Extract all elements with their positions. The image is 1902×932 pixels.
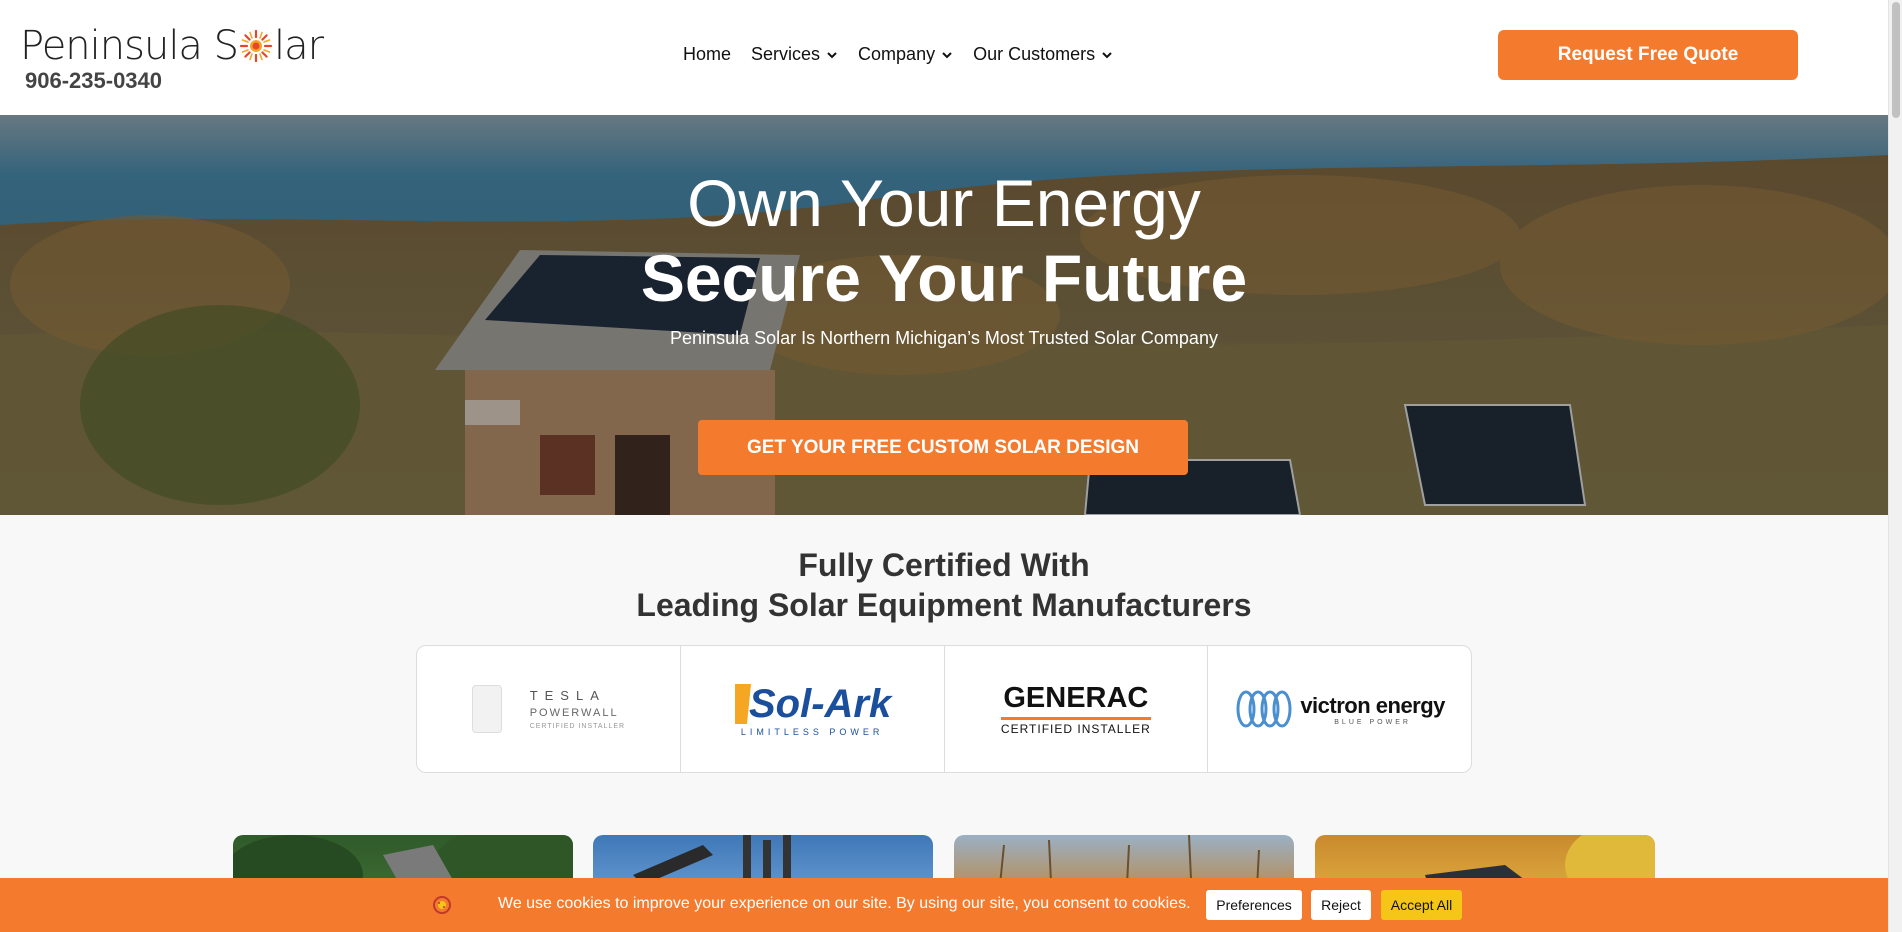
main-nav: Home Services Company Our Customers [683,44,1113,65]
powerwall-unit-icon [471,685,502,733]
logo-wordmark: Peninsula S lar [20,23,324,69]
sun-logo-icon [239,29,273,63]
chevron-down-icon [942,51,952,58]
generac-logo: GENERAC CERTIFIED INSTALLER [945,646,1209,772]
hero-banner: Own Your Energy Secure Your Future Penin… [0,115,1888,515]
hero-subtitle: Peninsula Solar Is Northern Michigan’s M… [670,328,1218,348]
nav-home[interactable]: Home [683,44,731,65]
phone-number[interactable]: 906-235-0340 [25,68,162,94]
cookie-consent-bar: We use cookies to improve your experienc… [0,878,1888,932]
certified-heading: Fully Certified With Leading Solar Equip… [636,547,1252,623]
cookie-reject-button[interactable]: Reject [1311,890,1371,920]
partner-logos: TESLA POWERWALL CERTIFIED INSTALLER Sol-… [416,645,1472,773]
scrollbar-thumb[interactable] [1892,2,1900,118]
victron-energy-logo: victron energy BLUE POWER [1208,646,1471,772]
nav-our-customers[interactable]: Our Customers [973,44,1113,65]
cookie-message: We use cookies to improve your experienc… [498,895,1191,912]
tesla-powerwall-logo: TESLA POWERWALL CERTIFIED INSTALLER [417,646,681,772]
chevron-down-icon [827,51,837,58]
site-header: Peninsula S lar 906-235-0340 Home Servic… [0,0,1888,115]
hero-title-line1: Own Your Energy [687,166,1201,240]
victron-coil-icon [1236,690,1292,728]
cookie-preferences-button[interactable]: Preferences [1206,890,1302,920]
page-scrollbar[interactable] [1888,0,1902,932]
free-solar-design-button[interactable]: GET YOUR FREE CUSTOM SOLAR DESIGN [698,420,1188,475]
request-quote-button[interactable]: Request Free Quote [1498,30,1798,80]
nav-services[interactable]: Services [751,44,838,65]
hero-title-line2: Secure Your Future [640,241,1248,315]
cookie-accept-all-button[interactable]: Accept All [1381,890,1462,920]
sol-ark-logo: Sol-Ark LIMITLESS POWER [681,646,945,772]
cookie-icon [433,896,451,914]
nav-company[interactable]: Company [858,44,953,65]
chevron-down-icon [1102,51,1112,58]
logo[interactable]: Peninsula S lar 906-235-0340 [20,22,324,93]
